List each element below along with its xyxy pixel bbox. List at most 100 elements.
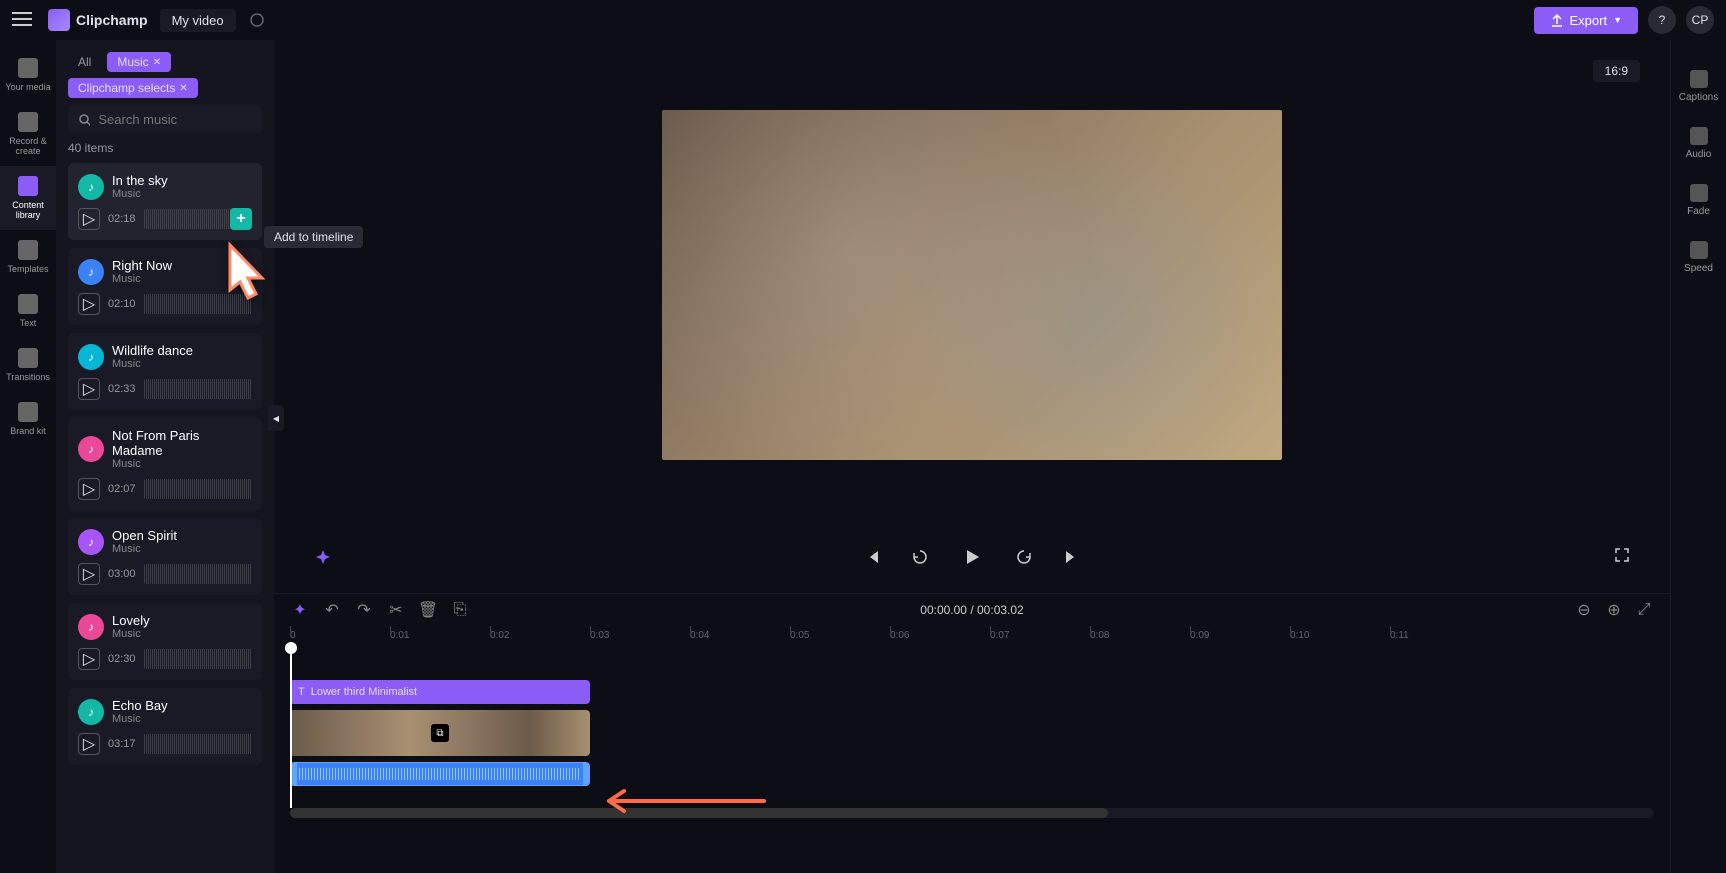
ruler-mark: 0:07 (990, 630, 1009, 641)
music-subtitle: Music (112, 543, 252, 555)
preview-play-button[interactable]: ▷ (78, 208, 100, 230)
speed-icon (1690, 241, 1708, 259)
search-input[interactable] (98, 112, 252, 127)
music-subtitle: Music (112, 458, 252, 470)
nav-brand-kit[interactable]: Brand kit (0, 392, 56, 446)
nav-transitions[interactable]: Transitions (0, 338, 56, 392)
app-logo[interactable]: Clipchamp (48, 9, 148, 31)
search-box[interactable] (68, 106, 262, 133)
close-icon[interactable]: ✕ (153, 57, 161, 68)
waveform (144, 479, 252, 499)
music-item[interactable]: ♪ Wildlife dance Music ▷ 02:33 (68, 333, 262, 410)
music-item[interactable]: ♪ In the sky Music ▷ 02:18 + (68, 163, 262, 240)
duration: 02:33 (108, 383, 136, 395)
transition-icon[interactable]: ⧉ (431, 724, 449, 742)
preview-play-button[interactable]: ▷ (78, 563, 100, 585)
user-avatar[interactable]: CP (1686, 6, 1714, 34)
preview-play-button[interactable]: ▷ (78, 293, 100, 315)
ruler-mark: 0:06 (890, 630, 909, 641)
copy-button[interactable]: ⎘ (450, 600, 470, 620)
cut-button[interactable]: ✂ (386, 600, 406, 620)
video-clip[interactable]: ⧉ (290, 710, 590, 756)
delete-button[interactable]: 🗑 (418, 600, 438, 620)
audio-handle-right[interactable] (583, 763, 589, 785)
video-frame[interactable] (662, 110, 1282, 460)
nav-your-media[interactable]: Your media (0, 48, 56, 102)
ruler-mark: 0:03 (590, 630, 609, 641)
nav-content-library[interactable]: Content library (0, 166, 56, 230)
preview-area: 16:9 (274, 40, 1670, 593)
help-icon[interactable]: ? (1648, 6, 1676, 34)
nav-templates[interactable]: Templates (0, 230, 56, 284)
nav-text[interactable]: Text (0, 284, 56, 338)
filter-all[interactable]: All (68, 52, 101, 72)
music-icon: ♪ (78, 699, 104, 725)
zoom-out-button[interactable]: ⊖ (1574, 600, 1594, 620)
upload-icon (1550, 13, 1564, 27)
add-to-timeline-button[interactable]: + (230, 208, 252, 230)
preview-play-button[interactable]: ▷ (78, 378, 100, 400)
panel-collapse-toggle[interactable]: ◀ (268, 405, 284, 431)
audio-waveform (299, 768, 581, 780)
preview-play-button[interactable]: ▷ (78, 478, 100, 500)
library-icon (18, 176, 38, 196)
forward-button[interactable] (1012, 545, 1036, 569)
filter-music[interactable]: Music✕ (107, 52, 171, 72)
duration: 03:17 (108, 738, 136, 750)
ai-sparkle-icon[interactable] (314, 548, 332, 566)
music-title: Lovely (112, 613, 252, 628)
content-area: 16:9 ✦ ↶ ↷ ✂ 🗑 (274, 40, 1670, 873)
music-title: Wildlife dance (112, 343, 252, 358)
rail-audio[interactable]: Audio (1671, 115, 1726, 172)
rail-captions[interactable]: Captions (1671, 58, 1726, 115)
aspect-ratio-badge[interactable]: 16:9 (1593, 60, 1640, 82)
undo-button[interactable]: ↶ (322, 600, 342, 620)
player-controls (274, 529, 1670, 593)
title-clip[interactable]: T Lower third Minimalist (290, 680, 590, 704)
preview-play-button[interactable]: ▷ (78, 648, 100, 670)
music-item[interactable]: ♪ Lovely Music ▷ 02:30 (68, 603, 262, 680)
music-item[interactable]: ♪ Not From Paris Madame Music ▷ 02:07 (68, 418, 262, 510)
play-button[interactable] (956, 541, 988, 573)
music-item[interactable]: ♪ Echo Bay Music ▷ 03:17 (68, 688, 262, 765)
left-nav: Your media Record & create Content libra… (0, 40, 56, 873)
waveform (144, 649, 252, 669)
items-count: 40 items (68, 141, 262, 155)
music-icon: ♪ (78, 529, 104, 555)
skip-back-button[interactable] (860, 545, 884, 569)
fullscreen-button[interactable] (1614, 547, 1630, 568)
ruler-mark: 0:09 (1190, 630, 1209, 641)
preview-play-button[interactable]: ▷ (78, 733, 100, 755)
audio-clip[interactable] (290, 762, 590, 786)
annotation-arrow (594, 786, 774, 821)
menu-icon[interactable] (12, 8, 36, 32)
redo-button[interactable]: ↷ (354, 600, 374, 620)
music-item[interactable]: ♪ Open Spirit Music ▷ 03:00 (68, 518, 262, 595)
ruler-mark: 0:10 (1290, 630, 1309, 641)
timeline-scrollbar[interactable] (290, 808, 1654, 818)
music-title: Not From Paris Madame (112, 428, 252, 458)
rewind-button[interactable] (908, 545, 932, 569)
timeline-tracks[interactable]: T Lower third Minimalist ⧉ (274, 650, 1670, 808)
music-icon: ♪ (78, 614, 104, 640)
fit-button[interactable]: ⤢ (1634, 600, 1654, 620)
add-tooltip: Add to timeline (264, 226, 363, 248)
timeline-ruler[interactable]: 00:010:020:030:040:050:060:070:080:090:1… (274, 626, 1670, 650)
nav-record[interactable]: Record & create (0, 102, 56, 166)
rail-fade[interactable]: Fade (1671, 172, 1726, 229)
add-button[interactable]: ✦ (290, 600, 310, 620)
export-button[interactable]: Export ▼ (1534, 7, 1639, 34)
timeline-toolbar: ✦ ↶ ↷ ✂ 🗑 ⎘ 00:00.00 / 00:03.02 ⊖ ⊕ ⤢ (274, 594, 1670, 626)
captions-icon (1690, 70, 1708, 88)
zoom-in-button[interactable]: ⊕ (1604, 600, 1624, 620)
playhead[interactable] (290, 650, 292, 808)
skip-forward-button[interactable] (1060, 545, 1084, 569)
close-icon[interactable]: ✕ (179, 83, 187, 94)
filter-clipchamp-selects[interactable]: Clipchamp selects✕ (68, 78, 198, 98)
app-header: Clipchamp My video Export ▼ ? CP (0, 0, 1726, 40)
rail-speed[interactable]: Speed (1671, 229, 1726, 286)
music-icon: ♪ (78, 344, 104, 370)
music-title: In the sky (112, 173, 252, 188)
ruler-mark: 0:01 (390, 630, 409, 641)
project-name[interactable]: My video (160, 9, 236, 32)
